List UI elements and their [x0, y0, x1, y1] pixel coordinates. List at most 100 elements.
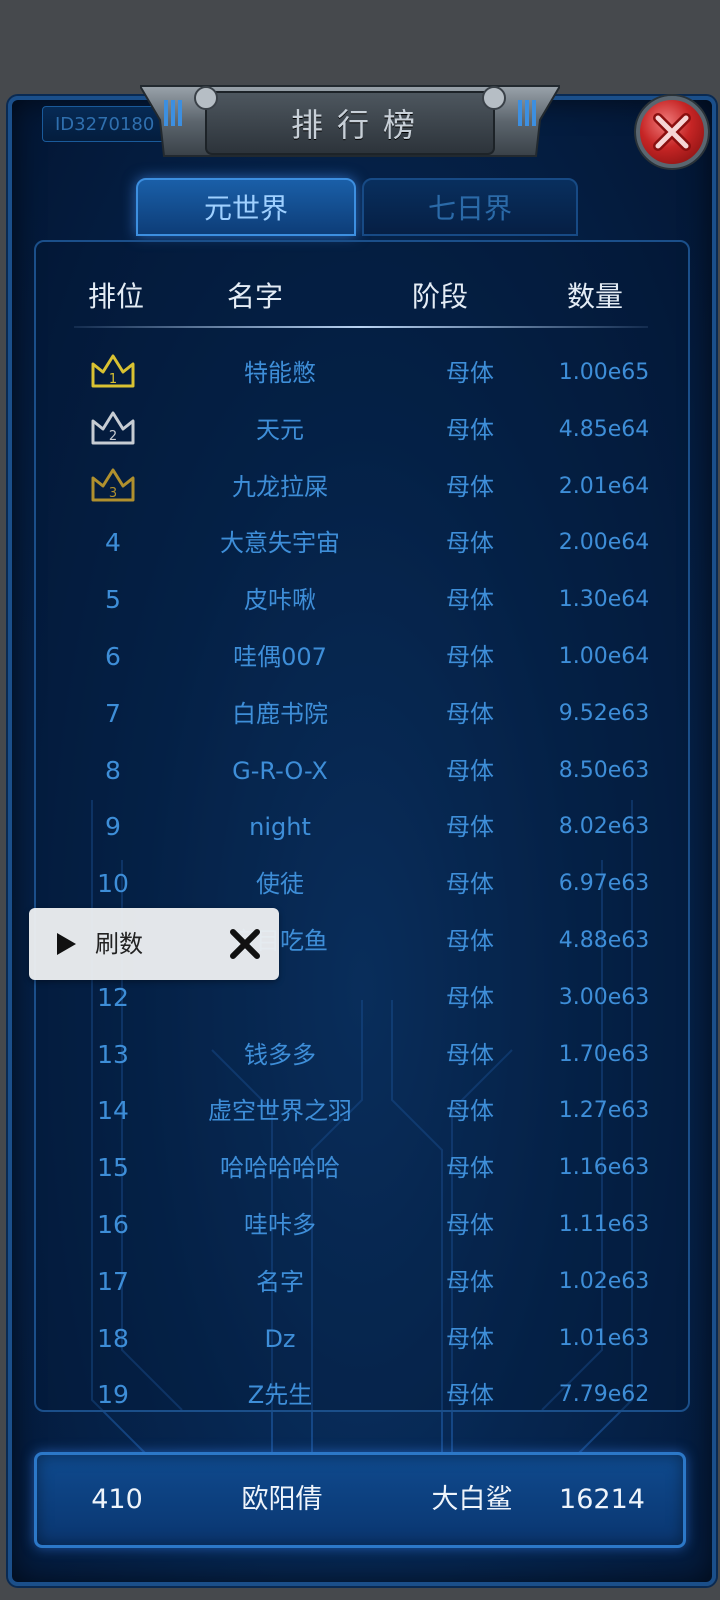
name-cell: 虚空世界之羽 — [208, 1097, 352, 1126]
column-header-stage: 阶段 — [411, 280, 468, 313]
column-header-rank: 排位 — [87, 280, 144, 313]
ranking-row[interactable]: 1 特能憋 母体 1.00e65 — [34, 350, 686, 402]
stage-cell: 母体 — [446, 1381, 494, 1408]
name-cell: 名字 — [256, 1267, 304, 1296]
ranking-row[interactable]: 8 G-R-O-X 母体 8.50e63 — [34, 742, 686, 800]
quantity-cell: 6.97e63 — [558, 871, 650, 897]
ranking-row[interactable]: 9 night 母体 8.02e63 — [34, 798, 686, 856]
ranking-row[interactable]: 14 虚空世界之羽 母体 1.27e63 — [34, 1082, 686, 1140]
my-quantity: 16214 — [559, 1484, 645, 1515]
quantity-cell: 4.88e63 — [558, 928, 650, 953]
quantity-cell: 1.30e64 — [558, 587, 650, 613]
quantity-cell: 1.00e65 — [558, 360, 650, 385]
quantity-cell: 8.50e63 — [558, 757, 650, 783]
stage-cell: 母体 — [446, 359, 494, 387]
name-cell: 钱多多 — [244, 1040, 316, 1069]
ranking-row[interactable]: 6 哇偶007 母体 1.00e64 — [34, 628, 686, 686]
name-cell: 九龙拉屎 — [232, 472, 328, 501]
quantity-cell: 4.85e64 — [558, 416, 650, 442]
name-cell: G-R-O-X — [232, 756, 328, 785]
name-cell: 特能憋 — [244, 359, 316, 387]
ranking-row[interactable]: 19 Z先生 母体 7.79e62 — [34, 1366, 686, 1408]
quantity-cell: 1.70e63 — [558, 1041, 650, 1067]
my-stage: 大白鲨 — [431, 1484, 513, 1515]
stage-cell: 母体 — [446, 699, 494, 728]
quantity-cell: 7.79e62 — [558, 1382, 650, 1408]
header-divider — [74, 326, 648, 328]
rank-cell: 18 — [97, 1323, 129, 1353]
stage-cell: 母体 — [446, 1040, 494, 1069]
name-cell: 天元 — [256, 415, 304, 444]
my-rank: 410 — [91, 1484, 143, 1515]
tab-seven-day-world[interactable]: 七日界 — [362, 178, 578, 236]
stage-cell: 母体 — [446, 643, 494, 671]
crown-rank-number: 1 — [109, 372, 117, 387]
quantity-cell: 2.01e64 — [558, 473, 650, 499]
name-cell: 大意失宇宙 — [220, 529, 340, 558]
column-header-name: 名字 — [226, 280, 283, 313]
ranking-row[interactable]: 5 皮咔啾 母体 1.30e64 — [34, 571, 686, 629]
stage-cell: 母体 — [446, 586, 494, 615]
play-icon[interactable] — [55, 932, 77, 956]
ranking-row[interactable]: 17 名字 母体 1.02e63 — [34, 1253, 686, 1311]
rank-cell: 19 — [97, 1380, 129, 1408]
quantity-cell: 1.00e64 — [558, 644, 650, 669]
stage-cell: 母体 — [446, 1097, 494, 1126]
quantity-cell: 2.00e64 — [558, 530, 650, 556]
quantity-cell: 3.00e63 — [558, 984, 650, 1010]
stage-cell: 母体 — [446, 870, 494, 899]
quantity-cell: 1.16e63 — [558, 1155, 650, 1181]
ranking-row[interactable]: 7 白鹿书院 母体 9.52e63 — [34, 685, 686, 743]
stage-cell: 母体 — [446, 472, 494, 501]
ranking-row[interactable]: 10 使徒 母体 6.97e63 — [34, 855, 686, 913]
quantity-cell: 1.01e63 — [558, 1325, 650, 1351]
rank-cell: 7 — [105, 698, 121, 728]
rank-cell: 6 — [105, 642, 121, 671]
name-cell: 皮咔啾 — [244, 586, 316, 615]
rank-cell: 8 — [105, 755, 121, 785]
name-cell: Dz — [264, 1324, 296, 1353]
rank-cell: 15 — [97, 1153, 129, 1183]
page-title: 排行榜 — [290, 106, 429, 144]
floating-refresh-widget[interactable]: 刷数 — [29, 908, 279, 980]
rank-cell: 10 — [97, 869, 129, 899]
rank-cell: 9 — [105, 812, 121, 842]
quantity-cell: 1.27e63 — [558, 1098, 650, 1124]
ranking-list[interactable]: 1 特能憋 母体 1.00e65 2 天元 母体 4.85e64 3 九龙拉屎 母体 2.01e64 4… — [34, 350, 686, 1408]
ranking-row[interactable]: 4 大意失宇宙 母体 2.00e64 — [34, 514, 686, 572]
stage-cell: 母体 — [446, 1154, 494, 1183]
ranking-row[interactable]: 18 Dz 母体 1.01e63 — [34, 1310, 686, 1368]
crown-rank-icon: 3 — [91, 468, 135, 502]
crown-rank-number: 2 — [109, 429, 117, 444]
rank-cell: 17 — [97, 1266, 129, 1296]
quantity-cell: 1.11e63 — [558, 1212, 650, 1237]
name-cell: 哇偶007 — [233, 643, 327, 671]
ranking-row[interactable]: 2 天元 母体 4.85e64 — [34, 401, 686, 459]
ranking-row[interactable]: 3 九龙拉屎 母体 2.01e64 — [34, 458, 686, 516]
stage-cell: 母体 — [446, 1267, 494, 1296]
quantity-cell: 1.02e63 — [558, 1268, 650, 1294]
quantity-cell: 9.52e63 — [558, 700, 650, 726]
name-cell: 使徒 — [256, 870, 304, 899]
stage-cell: 母体 — [446, 813, 494, 842]
ranking-row[interactable]: 13 钱多多 母体 1.70e63 — [34, 1026, 686, 1084]
floating-close-icon[interactable] — [225, 924, 265, 964]
quantity-cell: 8.02e63 — [558, 814, 650, 840]
floating-widget-label[interactable]: 刷数 — [95, 908, 143, 980]
rank-cell: 13 — [97, 1039, 129, 1069]
name-cell: night — [249, 813, 311, 842]
name-cell: 白鹿书院 — [232, 699, 328, 728]
rank-cell: 5 — [105, 585, 121, 615]
tab-yuan-world[interactable]: 元世界 — [136, 178, 356, 236]
column-header-quantity: 数量 — [566, 280, 623, 313]
ranking-row[interactable]: 16 哇咔多 母体 1.11e63 — [34, 1196, 686, 1254]
stage-cell: 母体 — [446, 756, 494, 785]
ranking-row[interactable]: 15 哈哈哈哈哈 母体 1.16e63 — [34, 1139, 686, 1197]
stage-cell: 母体 — [446, 983, 494, 1012]
my-rank-bar: 410 欧阳倩 大白鲨 16214 — [34, 1452, 686, 1548]
stage-cell: 母体 — [446, 927, 494, 955]
rank-cell: 16 — [97, 1210, 129, 1239]
my-name: 欧阳倩 — [241, 1484, 323, 1515]
close-button[interactable] — [636, 96, 708, 168]
close-icon — [653, 113, 691, 151]
